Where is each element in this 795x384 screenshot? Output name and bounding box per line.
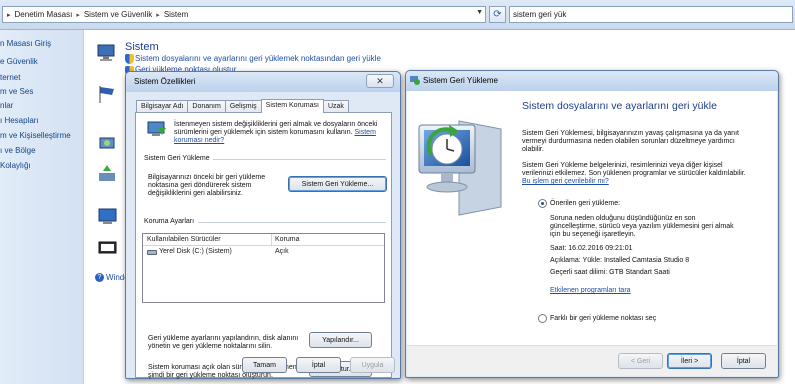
reversible-link[interactable]: Bu işlem geri çevrilebilir mi? — [522, 177, 609, 186]
scan-affected-programs-link[interactable]: Etkilenen programları tara — [550, 286, 631, 295]
apply-button[interactable]: Uygula — [350, 357, 395, 373]
address-chevron-icon[interactable]: ▸ — [3, 11, 11, 19]
restore-description: Açıklama: Yükle: Installed Camtasia Stud… — [550, 257, 690, 264]
drive-icon — [147, 250, 157, 255]
left-navigation: n Masası Giriş e Güvenlik ternet m ve Se… — [0, 30, 84, 384]
configure-text-2: yönetin ve geri yükleme noktalarını sili… — [148, 343, 273, 350]
nav-item-sound[interactable]: m ve Ses — [0, 87, 33, 96]
nav-item-programs[interactable]: nlar — [0, 101, 13, 110]
system-restore-wizard: Sistem Geri Yükleme Sistem dosyalarını v… — [405, 70, 779, 378]
system-protection-panel: İstenmeyen sistem değişikliklerini geri … — [135, 112, 392, 379]
wizard-heading: Sistem dosyalarını ve ayarlarını geri yü… — [522, 100, 717, 112]
breadcrumb-system-security[interactable]: Sistem ve Güvenlik — [80, 10, 156, 19]
drive-name: Yerel Disk (C:) (Sistem) — [159, 248, 232, 255]
column-header-protection[interactable]: Koruma — [275, 236, 300, 243]
ok-button[interactable]: Tamam — [242, 357, 287, 373]
wizard-footer: < Geri İleri > İptal — [407, 345, 777, 376]
system-restore-illustration — [413, 111, 505, 221]
system-properties-titlebar[interactable]: Sistem Özellikleri ✕ — [126, 72, 400, 92]
restore-text-3: değişikliklerini geri alabilirsiniz. — [148, 190, 243, 197]
tab-strip: Bilgisayar Adı Donanım Gelişmiş Sistem K… — [136, 99, 349, 113]
refresh-icon: ⟳ — [493, 9, 502, 20]
recommended-desc-3: için bu seçeneği işaretleyin. — [550, 231, 636, 238]
breadcrumb-system[interactable]: Sistem — [160, 10, 192, 19]
nav-item-security[interactable]: e Güvenlik — [0, 57, 38, 66]
address-bar[interactable]: ▸ Denetim Masası ▸ Sistem ve Güvenlik ▸ … — [2, 6, 486, 23]
system-protection-icon — [146, 119, 168, 141]
nav-item-ease-of-access[interactable]: Kolaylığı — [0, 161, 31, 170]
wizard-body: Sistem dosyalarını ve ayarlarını geri yü… — [407, 91, 777, 345]
close-button[interactable]: ✕ — [366, 74, 394, 88]
nav-item-internet[interactable]: ternet — [0, 73, 20, 82]
breadcrumb-control-panel[interactable]: Denetim Masası — [11, 10, 77, 19]
intro-line-2: vermeyi durdurmasına neden olabilen soru… — [522, 138, 735, 145]
protection-group-title: Koruma Ayarları — [144, 218, 198, 225]
divider — [208, 159, 386, 160]
system-computer-icon — [96, 42, 118, 64]
drives-table[interactable]: Kullanılabilen Sürücüler Koruma Yerel Di… — [142, 233, 385, 303]
what-is-protection-link[interactable]: Sistem — [355, 129, 376, 136]
restore-system-files-link[interactable]: Sistem dosyalarını ve ayarlarını geri yü… — [135, 54, 381, 63]
restore-time: Saat: 16.02.2016 09:21:01 — [550, 245, 633, 252]
search-input[interactable]: sistem geri yük — [509, 6, 793, 23]
choose-other-restore-label[interactable]: Farklı bir geri yükleme noktası seç — [550, 314, 656, 323]
tab-system-protection[interactable]: Sistem Koruması — [260, 99, 324, 113]
column-divider — [271, 234, 272, 246]
restore-timezone: Geçerli saat dilimi: GTB Standart Saati — [550, 269, 670, 276]
column-header-drives[interactable]: Kullanılabilen Sürücüler — [147, 236, 221, 243]
divider — [198, 222, 386, 223]
recommended-restore-radio[interactable] — [538, 199, 547, 208]
cancel-button[interactable]: İptal — [296, 357, 341, 373]
page-title: Sistem — [125, 41, 159, 53]
admin-tools-icon — [97, 238, 119, 260]
system-restore-icon — [410, 75, 420, 85]
shield-icon — [125, 54, 134, 64]
nav-item-control-panel-home[interactable]: n Masası Giriş — [0, 39, 51, 48]
address-dropdown-icon[interactable]: ▼ — [476, 9, 483, 16]
power-options-icon — [97, 133, 119, 155]
windows-update-icon — [97, 206, 119, 228]
flag-icon — [97, 83, 119, 105]
help-icon[interactable]: ? — [95, 273, 104, 282]
cancel-button[interactable]: İptal — [721, 353, 766, 369]
wizard-title: Sistem Geri Yükleme — [423, 76, 498, 85]
back-button[interactable]: < Geri — [618, 353, 663, 369]
next-button[interactable]: İleri > — [667, 353, 712, 369]
close-icon: ✕ — [376, 75, 384, 86]
explorer-toolbar: ▸ Denetim Masası ▸ Sistem ve Güvenlik ▸ … — [0, 0, 795, 30]
system-properties-title: Sistem Özellikleri — [134, 77, 196, 86]
intro-line-3: olabilir. — [522, 146, 544, 153]
restore-group-title: Sistem Geri Yükleme — [144, 155, 213, 162]
system-properties-dialog: Sistem Özellikleri ✕ Bilgisayar Adı Dona… — [125, 71, 401, 379]
recommended-restore-label[interactable]: Önerilen geri yükleme: — [550, 199, 620, 208]
what-is-protection-link-2[interactable]: koruması nedir? — [174, 136, 224, 145]
drive-protection-status: Açık — [275, 248, 289, 255]
nav-item-region[interactable]: ı ve Bölge — [0, 146, 36, 155]
refresh-button[interactable]: ⟳ — [489, 6, 506, 23]
backup-icon — [97, 163, 119, 185]
configure-button[interactable]: Yapılandır... — [309, 332, 372, 348]
nav-item-user-accounts[interactable]: ı Hesapları — [0, 116, 39, 125]
system-restore-button[interactable]: Sistem Geri Yükleme... — [288, 176, 387, 192]
choose-other-restore-radio[interactable] — [538, 314, 547, 323]
table-row[interactable]: Yerel Disk (C:) (Sistem) Açık — [144, 247, 383, 258]
drives-table-header: Kullanılabilen Sürücüler Koruma — [143, 234, 384, 246]
nav-item-appearance[interactable]: m ve Kişiselleştirme — [0, 131, 71, 140]
intro-text-line-2-text: sürümlerini geri yüklemek için sistem ko… — [174, 129, 353, 136]
wizard-titlebar[interactable]: Sistem Geri Yükleme — [406, 71, 778, 91]
